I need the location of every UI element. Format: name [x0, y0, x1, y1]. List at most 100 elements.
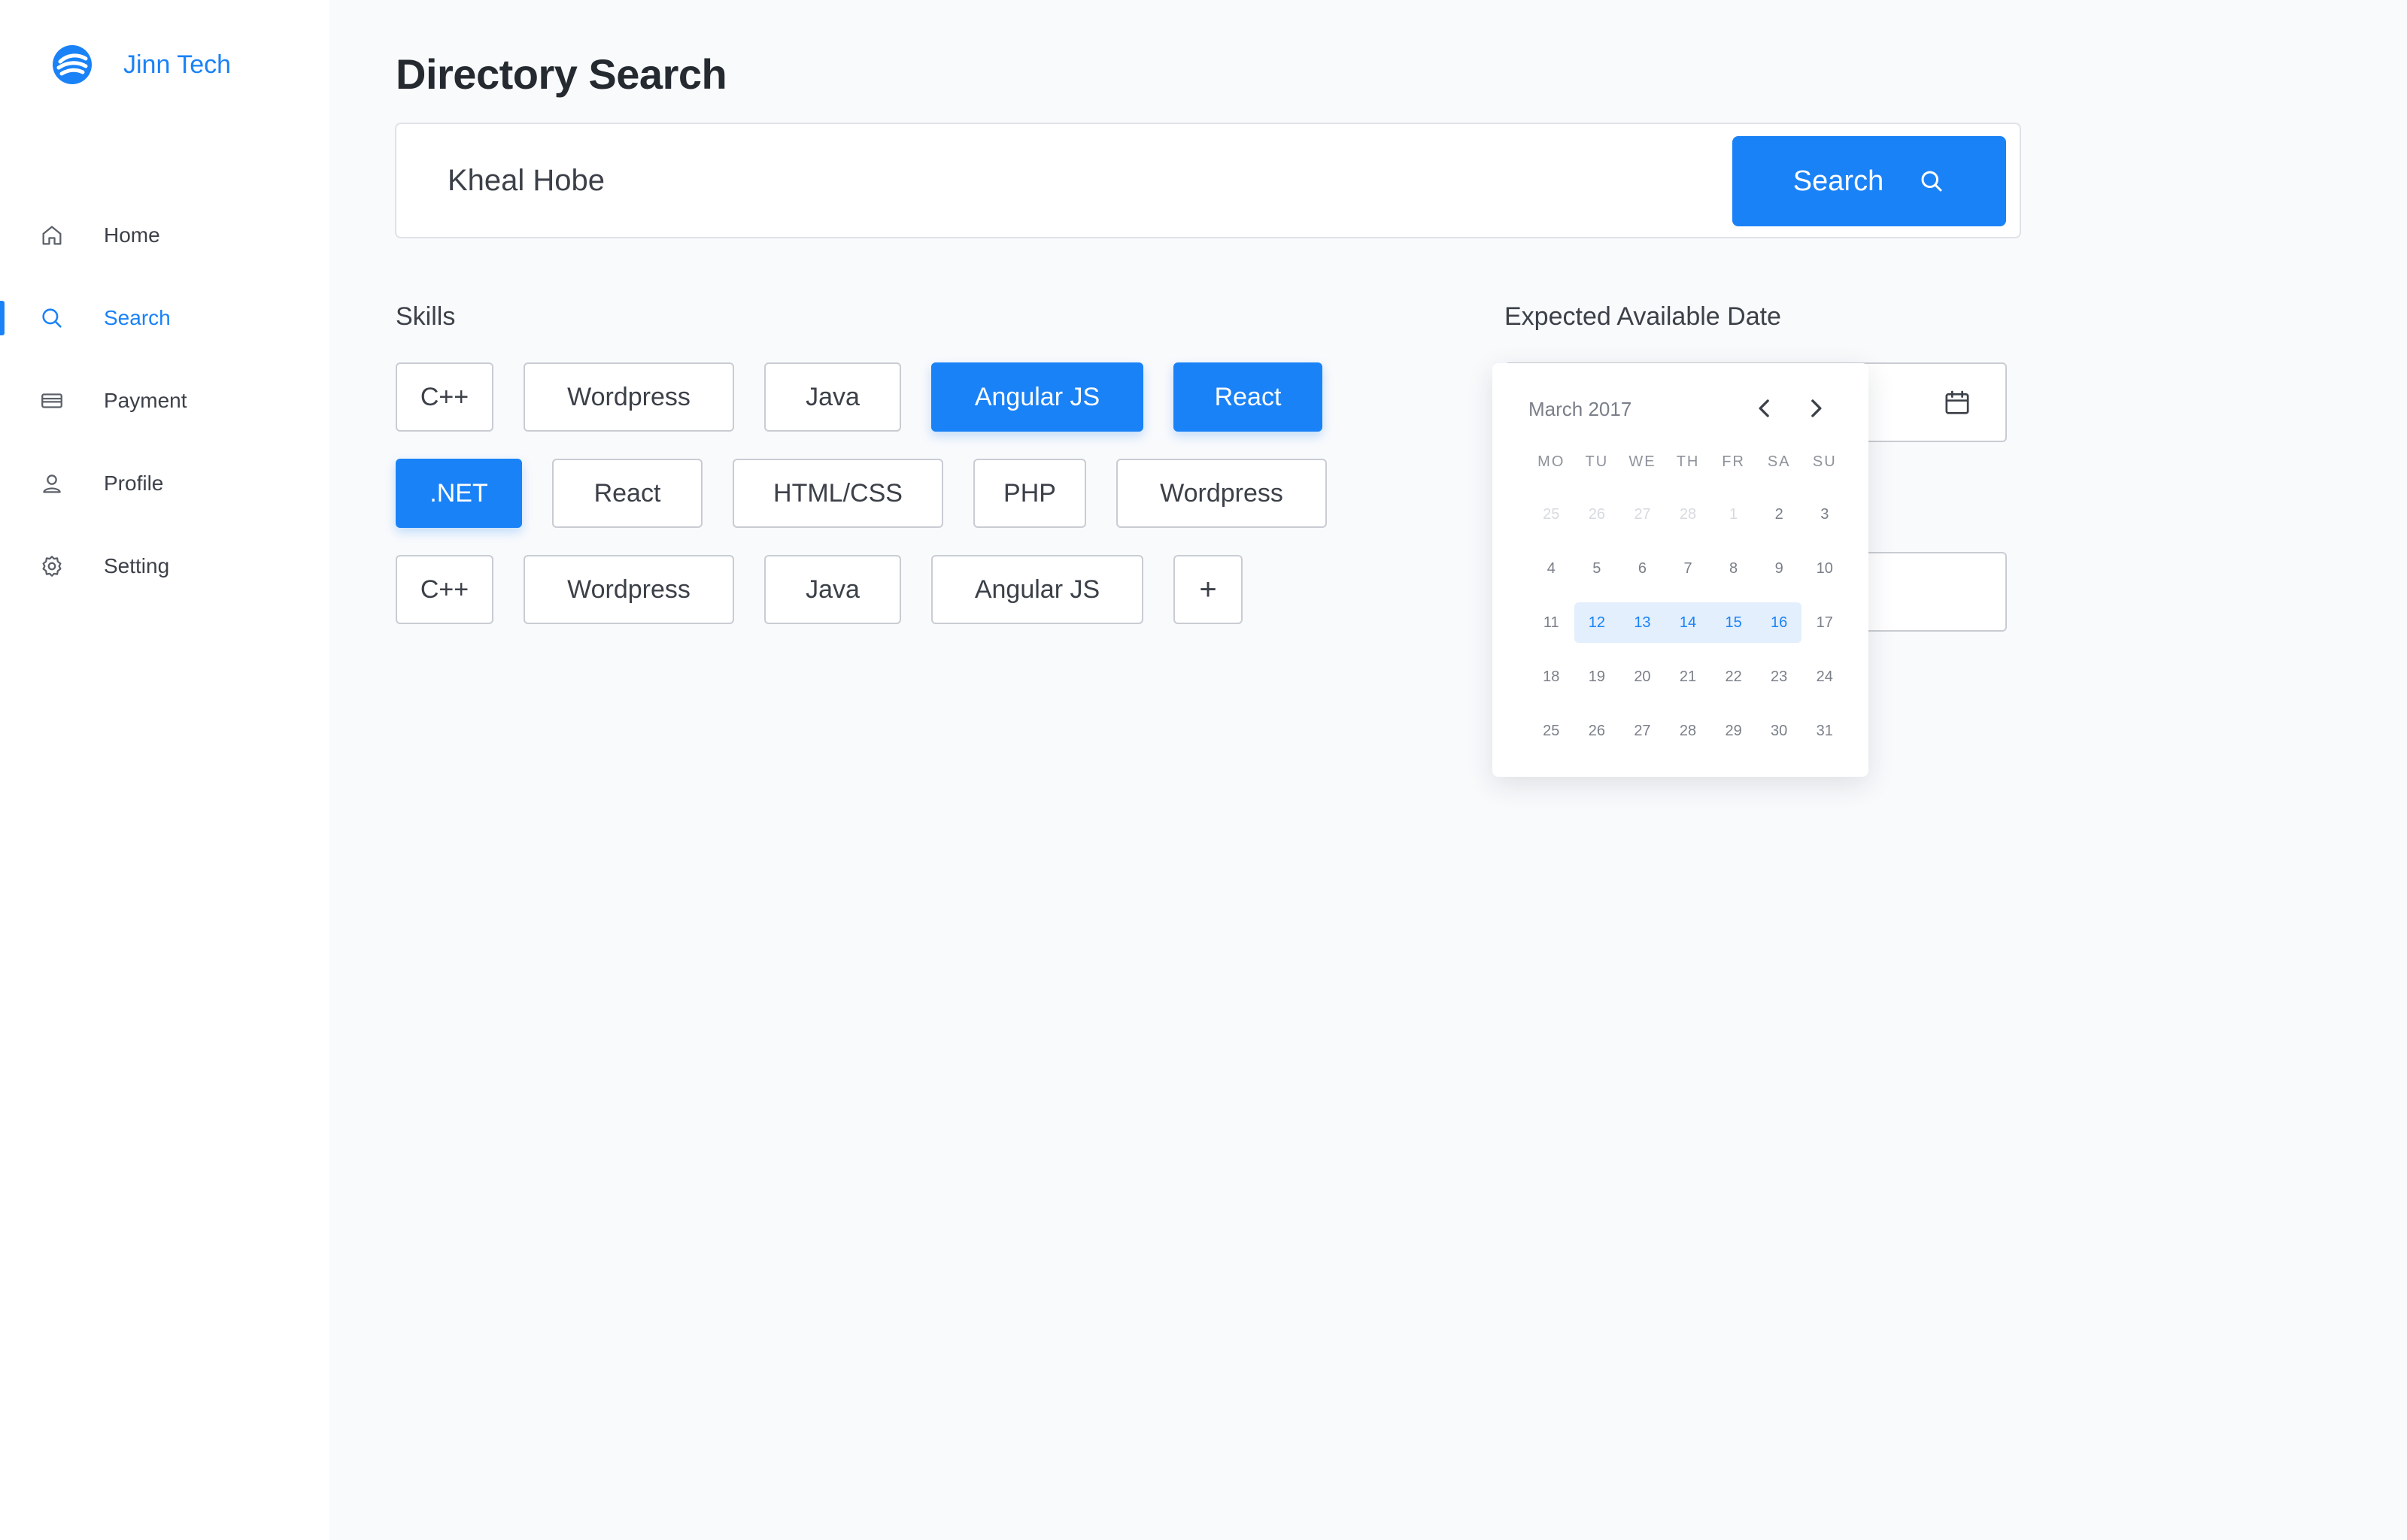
- calendar-day[interactable]: 8: [1710, 548, 1756, 589]
- calendar-icon[interactable]: [1942, 388, 1972, 418]
- sidebar-item-label: Search: [104, 306, 171, 329]
- skill-chip[interactable]: Wordpress: [524, 555, 734, 624]
- calendar-day[interactable]: 3: [1801, 494, 1847, 535]
- search-bar: Search: [395, 123, 2021, 238]
- search-icon: [1921, 171, 1942, 192]
- calendar-week: 4 5 6 7 8 9 10: [1528, 548, 1847, 589]
- calendar-day[interactable]: 25: [1528, 494, 1574, 535]
- calendar-day[interactable]: 11: [1528, 602, 1574, 643]
- search-button-label: Search: [1792, 165, 1884, 197]
- skill-chip[interactable]: Angular JS: [931, 555, 1143, 624]
- calendar-day-in-range[interactable]: 15: [1710, 602, 1756, 643]
- calendar-day[interactable]: 27: [1619, 711, 1665, 751]
- chevron-left-icon[interactable]: [1750, 393, 1780, 423]
- sidebar: Jinn Tech Home Search Payment Profile Se…: [0, 0, 329, 1540]
- weekday-label: SA: [1767, 453, 1791, 470]
- home-icon: [42, 226, 62, 245]
- skill-chip[interactable]: Java: [764, 555, 901, 624]
- calendar-day-in-range[interactable]: 13: [1619, 602, 1665, 643]
- skill-row: C++ Wordpress Java Angular JS +: [396, 555, 1373, 624]
- add-skill-button[interactable]: +: [1173, 555, 1243, 624]
- sidebar-item-label: Home: [104, 223, 160, 247]
- calendar-day[interactable]: 27: [1619, 494, 1665, 535]
- skills-group: C++ Wordpress Java Angular JS React .NET…: [396, 362, 1373, 651]
- calendar-day[interactable]: 22: [1710, 656, 1756, 697]
- calendar-day[interactable]: 7: [1665, 548, 1711, 589]
- sidebar-item-payment[interactable]: Payment: [0, 359, 329, 442]
- skill-chip[interactable]: Wordpress: [1116, 459, 1327, 528]
- search-input[interactable]: [448, 147, 1651, 214]
- calendar-day[interactable]: 17: [1801, 602, 1847, 643]
- skill-row: .NET React HTML/CSS PHP Wordpress: [396, 459, 1373, 528]
- calendar-week: 25 26 27 28 1 2 3: [1528, 494, 1847, 535]
- weekday-label: MO: [1537, 453, 1565, 470]
- calendar-day[interactable]: 29: [1710, 711, 1756, 751]
- calendar-month-title: March 2017: [1528, 398, 1632, 420]
- gear-icon: [42, 556, 62, 577]
- skill-chip[interactable]: C++: [396, 362, 493, 432]
- skill-chip-selected[interactable]: Angular JS: [931, 362, 1143, 432]
- calendar-week: 25 26 27 28 29 30 31: [1528, 711, 1847, 751]
- brand-logo-icon: [53, 45, 92, 84]
- sidebar-item-search[interactable]: Search: [0, 277, 329, 359]
- calendar-day[interactable]: 10: [1801, 548, 1847, 589]
- available-date-label: Expected Available Date: [1504, 302, 1781, 331]
- skill-chip[interactable]: HTML/CSS: [733, 459, 943, 528]
- weekday-label: TU: [1585, 453, 1609, 470]
- skill-row: C++ Wordpress Java Angular JS React: [396, 362, 1373, 432]
- calendar-day[interactable]: 9: [1756, 548, 1802, 589]
- sidebar-item-setting[interactable]: Setting: [0, 525, 329, 608]
- skills-label: Skills: [396, 302, 456, 331]
- weekday-label: SU: [1812, 453, 1837, 470]
- skill-chip[interactable]: Java: [764, 362, 901, 432]
- calendar-week: 18 19 20 21 22 23 24: [1528, 656, 1847, 697]
- sidebar-nav: Home Search Payment Profile Setting: [0, 194, 329, 608]
- skill-chip-selected[interactable]: React: [1173, 362, 1322, 432]
- calendar-day[interactable]: 23: [1756, 656, 1802, 697]
- sidebar-item-home[interactable]: Home: [0, 194, 329, 277]
- calendar-day[interactable]: 28: [1665, 711, 1711, 751]
- sidebar-item-label: Payment: [104, 389, 187, 412]
- calendar-day[interactable]: 4: [1528, 548, 1574, 589]
- skill-chip[interactable]: React: [552, 459, 703, 528]
- calendar-day[interactable]: 28: [1665, 494, 1711, 535]
- calendar-day[interactable]: 21: [1665, 656, 1711, 697]
- brand-name: Jinn Tech: [123, 50, 232, 79]
- calendar-day[interactable]: 19: [1574, 656, 1620, 697]
- weekday-label: FR: [1722, 453, 1745, 470]
- search-button[interactable]: Search: [1732, 136, 2006, 226]
- skill-chip[interactable]: PHP: [973, 459, 1086, 528]
- calendar-day[interactable]: 26: [1574, 494, 1620, 535]
- skill-chip-selected[interactable]: .NET: [396, 459, 522, 528]
- sidebar-item-label: Profile: [104, 471, 164, 495]
- brand[interactable]: Jinn Tech: [51, 44, 231, 86]
- calendar-day[interactable]: 1: [1710, 494, 1756, 535]
- sidebar-item-label: Setting: [104, 554, 170, 578]
- weekday-label: WE: [1628, 453, 1656, 470]
- calendar-week: 11 12 13 14 15 16 17: [1528, 602, 1847, 643]
- weekday-label: TH: [1676, 453, 1700, 470]
- search-icon: [42, 308, 62, 328]
- calendar-day-in-range[interactable]: 14: [1665, 602, 1711, 643]
- calendar-day[interactable]: 2: [1756, 494, 1802, 535]
- calendar-weekday-row: MO TU WE TH FR SA SU: [1528, 453, 1847, 471]
- sidebar-item-profile[interactable]: Profile: [0, 442, 329, 525]
- skill-chip[interactable]: Wordpress: [524, 362, 734, 432]
- calendar-day[interactable]: 24: [1801, 656, 1847, 697]
- calendar-day[interactable]: 18: [1528, 656, 1574, 697]
- calendar-day[interactable]: 5: [1574, 548, 1620, 589]
- calendar-day[interactable]: 26: [1574, 711, 1620, 751]
- page-title: Directory Search: [396, 50, 727, 98]
- calendar-day-in-range[interactable]: 12: [1574, 602, 1620, 643]
- skill-chip[interactable]: C++: [396, 555, 493, 624]
- calendar-grid: MO TU WE TH FR SA SU 25 26 27 28 1 2 3 4…: [1528, 453, 1847, 765]
- calendar-day[interactable]: 20: [1619, 656, 1665, 697]
- calendar-day[interactable]: 25: [1528, 711, 1574, 751]
- calendar-day[interactable]: 6: [1619, 548, 1665, 589]
- calendar-day[interactable]: 31: [1801, 711, 1847, 751]
- calendar-day[interactable]: 30: [1756, 711, 1802, 751]
- chevron-right-icon[interactable]: [1801, 393, 1831, 423]
- calendar-day-in-range[interactable]: 16: [1756, 602, 1802, 643]
- user-icon: [43, 474, 61, 493]
- credit-card-icon: [41, 393, 62, 408]
